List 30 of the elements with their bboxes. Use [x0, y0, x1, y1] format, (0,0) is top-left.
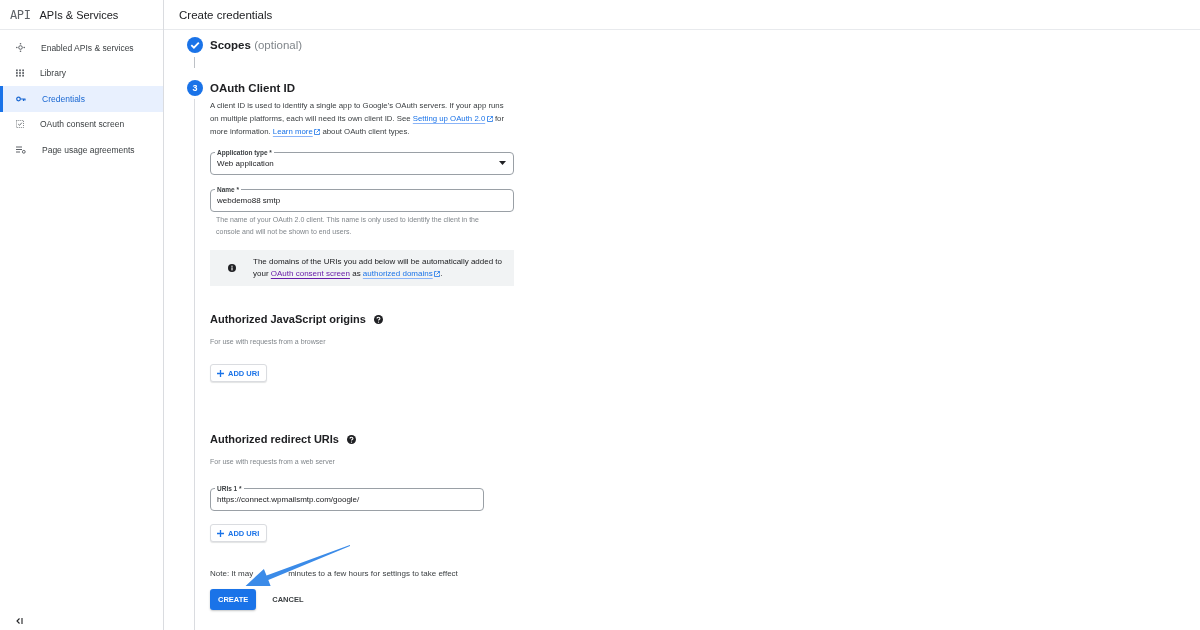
sidebar-item[interactable]: Page usage agreements [0, 137, 163, 163]
section-title: Authorized JavaScript origins [210, 312, 366, 326]
grid-icon [16, 69, 24, 78]
sidebar-item[interactable]: Credentials [0, 86, 163, 112]
key-icon [16, 95, 26, 102]
list-settings-icon [16, 145, 26, 154]
dotted-square-icon [16, 120, 24, 129]
check-circle-icon [187, 37, 203, 53]
page-title: Create credentials [179, 8, 273, 21]
note-text: minutes to a few hours for settings to take effect [288, 568, 458, 580]
sidebar-item[interactable]: Enabled APIs & services [0, 35, 163, 61]
notice-text: The domains of the URIs you add below will be automatically added to your OAuth consent screen as authorized domains . [253, 256, 504, 280]
sidebar-item[interactable]: OAuth consent screen [0, 111, 163, 137]
plus-icon [217, 369, 224, 377]
logo: API [10, 7, 31, 22]
inline-link[interactable]: authorized domains [362, 268, 441, 280]
dropdown-caret-icon [499, 161, 506, 165]
step-title: OAuth Client ID [210, 82, 295, 94]
step-number: 3 [187, 80, 203, 96]
inline-link[interactable]: OAuth consent screen [270, 268, 350, 280]
note-text: Note: It may [210, 568, 254, 580]
section-title: Authorized redirect URIs [210, 432, 339, 446]
step-title: Scopes (optional) [210, 39, 303, 51]
help-icon[interactable] [346, 434, 356, 444]
sidebar-item[interactable]: Library [0, 60, 163, 86]
collapse-icon[interactable] [16, 618, 23, 624]
help-icon[interactable] [373, 314, 383, 324]
plus-icon [217, 529, 224, 537]
sidebar-title: APIs & Services [39, 8, 119, 21]
info-icon [228, 264, 236, 272]
